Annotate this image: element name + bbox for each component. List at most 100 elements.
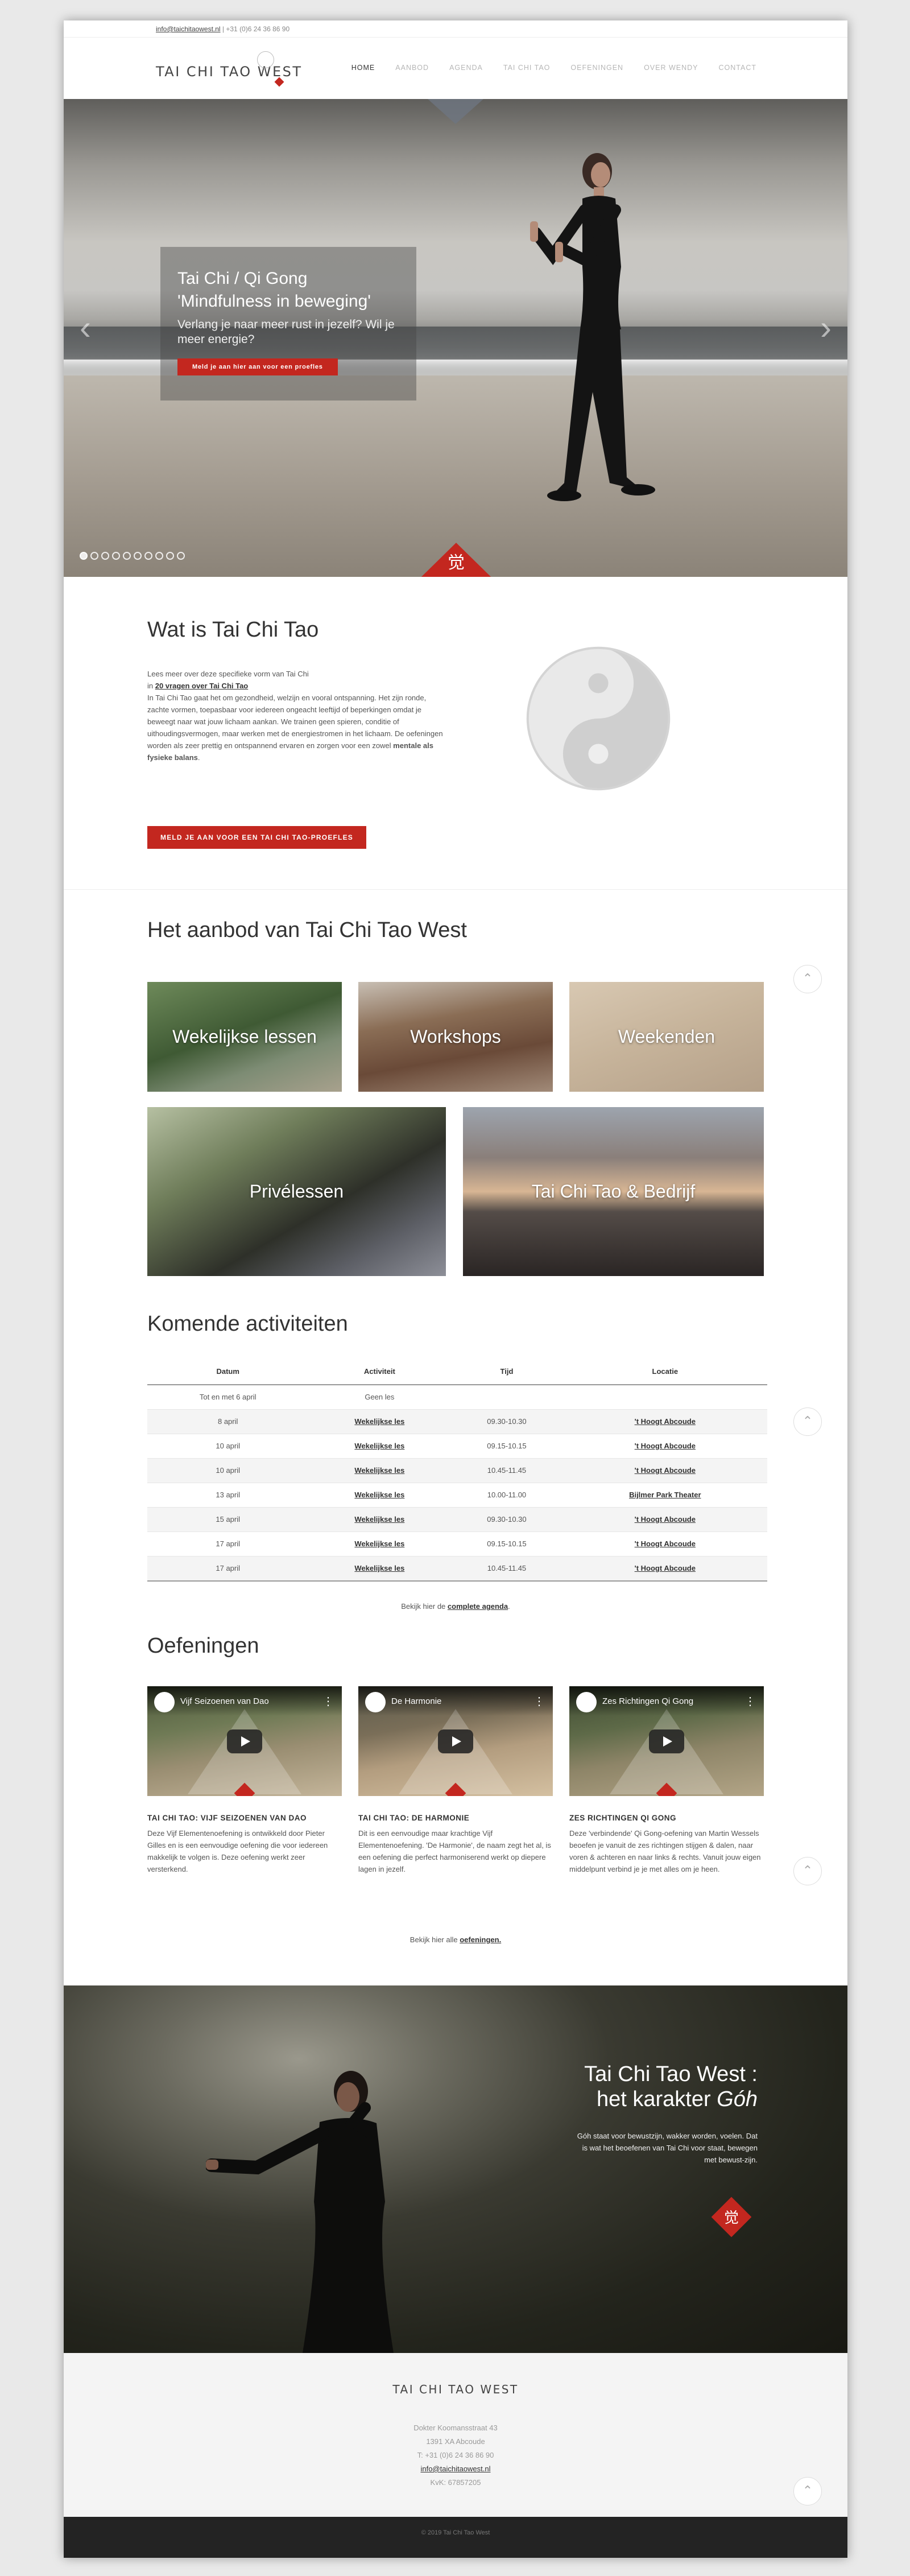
cell-locatie-link[interactable]: Bijlmer Park Theater (562, 1483, 767, 1508)
chevron-right-icon[interactable]: › (814, 311, 837, 345)
hero-emblem-char: 觉 (448, 553, 465, 573)
scroll-to-top-button[interactable]: ⌃ (793, 1407, 822, 1436)
cell-tijd: 09.15-10.15 (450, 1531, 563, 1557)
nav-oefeningen[interactable]: OEFENINGEN (570, 64, 623, 72)
slider-dot[interactable] (123, 552, 131, 560)
cell-activiteit-link[interactable]: Wekelijkse les (308, 1483, 451, 1508)
video-title[interactable]: De Harmonie (391, 1696, 441, 1706)
cell-locatie-link[interactable]: 't Hoogt Abcoude (562, 1409, 767, 1434)
nav-home[interactable]: HOME (351, 64, 375, 72)
tile-workshops[interactable]: Workshops (358, 982, 553, 1092)
slider-dot[interactable] (90, 552, 98, 560)
hero-trial-lesson-button[interactable]: Meld je aan hier aan voor een proefles (177, 358, 338, 375)
hero-slider: Tai Chi / Qi Gong 'Mindfulness in bewegi… (64, 99, 847, 577)
agenda-link-suffix: . (508, 1602, 510, 1611)
copyright-bar: © 2019 Tai Chi Tao West (64, 2517, 847, 2558)
chevron-left-icon[interactable]: ‹ (74, 311, 97, 345)
scroll-to-top-button[interactable]: ⌃ (793, 2477, 822, 2505)
cell-activiteit-link[interactable]: Wekelijkse les (308, 1556, 451, 1581)
cell-activiteit-link[interactable]: Wekelijkse les (308, 1434, 451, 1459)
table-row: 10 april Wekelijkse les 09.15-10.15 't H… (147, 1434, 767, 1459)
more-options-icon[interactable]: ⋮ (744, 1694, 756, 1708)
karakter-title-line2: het karakter (596, 2087, 717, 2111)
slider-dot[interactable] (112, 552, 120, 560)
intro-20-questions-link[interactable]: 20 vragen over Tai Chi Tao (155, 682, 249, 690)
channel-avatar-icon[interactable] (154, 1692, 175, 1712)
cell-tijd: 09.15-10.15 (450, 1434, 563, 1459)
karakter-title-line1: Tai Chi Tao West : (584, 2062, 758, 2086)
agenda-link-prefix: Bekijk hier de (401, 1602, 448, 1611)
cell-locatie-link[interactable]: 't Hoogt Abcoude (562, 1507, 767, 1532)
cell-tijd: 10.45-11.45 (450, 1458, 563, 1483)
topbar-email-link[interactable]: info@taichitaowest.nl (156, 25, 221, 33)
tile-tai-chi-tao-bedrijf[interactable]: Tai Chi Tao & Bedrijf (463, 1107, 764, 1276)
intro-trial-lesson-button[interactable]: MELD JE AAN VOOR EEN TAI CHI TAO-PROEFLE… (147, 826, 366, 849)
slider-dot[interactable] (166, 552, 174, 560)
cell-tijd: 10.00-11.00 (450, 1483, 563, 1508)
more-options-icon[interactable]: ⋮ (322, 1694, 334, 1708)
col-activiteit: Activiteit (308, 1359, 451, 1385)
cell-datum: 10 april (147, 1458, 309, 1483)
cell-activiteit-link[interactable]: Wekelijkse les (308, 1507, 451, 1532)
tile-privelessen[interactable]: Privélessen (147, 1107, 446, 1276)
channel-avatar-icon[interactable] (365, 1692, 386, 1712)
cell-datum: Tot en met 6 april (147, 1385, 309, 1410)
nav-aanbod[interactable]: AANBOD (395, 64, 429, 72)
nav-over-wendy[interactable]: OVER WENDY (644, 64, 698, 72)
slider-dot[interactable] (144, 552, 152, 560)
cell-activiteit-link[interactable]: Wekelijkse les (308, 1409, 451, 1434)
video-title[interactable]: Zes Richtingen Qi Gong (602, 1696, 693, 1706)
video-title[interactable]: Vijf Seizoenen van Dao (180, 1696, 269, 1706)
play-button-icon[interactable] (649, 1729, 684, 1753)
karakter-emblem-char: 觉 (723, 2210, 739, 2227)
cell-locatie-link[interactable]: 't Hoogt Abcoude (562, 1556, 767, 1581)
scroll-to-top-button[interactable]: ⌃ (793, 1857, 822, 1885)
nav-tai-chi-tao[interactable]: TAI CHI TAO (503, 64, 551, 72)
cell-tijd: 10.45-11.45 (450, 1556, 563, 1581)
tile-wekelijkse-lessen[interactable]: Wekelijkse lessen (147, 982, 342, 1092)
footer-logo[interactable]: TAI CHI TAO WEST (64, 2383, 847, 2396)
tile-label: Privélessen (249, 1181, 344, 1202)
topbar-phone: | +31 (0)6 24 36 86 90 (222, 25, 290, 33)
site-header: TAI CHI TAO WEST HOME AANBOD AGENDA TAI … (64, 38, 847, 99)
agenda-link-line: Bekijk hier de complete agenda. (64, 1602, 847, 1611)
slider-dot[interactable] (80, 552, 88, 560)
footer-email-link[interactable]: info@taichitaowest.nl (64, 2464, 847, 2473)
slider-dot[interactable] (155, 552, 163, 560)
nav-agenda[interactable]: AGENDA (449, 64, 483, 72)
intro-title: Wat is Tai Chi Tao (147, 618, 319, 642)
cell-locatie-link[interactable]: 't Hoogt Abcoude (562, 1531, 767, 1557)
slider-dot[interactable] (134, 552, 142, 560)
play-button-icon[interactable] (227, 1729, 262, 1753)
more-options-icon[interactable]: ⋮ (533, 1694, 545, 1708)
tile-weekenden[interactable]: Weekenden (569, 982, 764, 1092)
nav-contact[interactable]: CONTACT (719, 64, 757, 72)
complete-agenda-link[interactable]: complete agenda (448, 1602, 508, 1611)
slider-dot[interactable] (177, 552, 185, 560)
hero-caption-text: Verlang je naar meer rust in jezelf? Wil… (177, 318, 395, 346)
slider-dot[interactable] (101, 552, 109, 560)
cell-activiteit-link[interactable]: Wekelijkse les (308, 1531, 451, 1557)
karakter-title: Tai Chi Tao West : het karakter Góh (584, 2062, 758, 2112)
slider-dots (80, 552, 185, 560)
activities-title: Komende activiteiten (147, 1312, 348, 1336)
video-embed-zes-richtingen[interactable]: Zes Richtingen Qi Gong ⋮ (569, 1686, 764, 1796)
scroll-to-top-button[interactable]: ⌃ (793, 965, 822, 993)
video-embed-de-harmonie[interactable]: De Harmonie ⋮ (358, 1686, 553, 1796)
intro-text: Lees meer over deze specifieke vorm van … (147, 668, 443, 763)
oefeningen-link-prefix: Bekijk hier alle (410, 1935, 460, 1944)
site-logo[interactable]: TAI CHI TAO WEST (156, 50, 326, 88)
play-button-icon[interactable] (438, 1729, 473, 1753)
channel-avatar-icon[interactable] (576, 1692, 597, 1712)
col-tijd: Tijd (450, 1359, 563, 1385)
cell-locatie-link[interactable]: 't Hoogt Abcoude (562, 1434, 767, 1459)
cell-activiteit-link[interactable]: Wekelijkse les (308, 1458, 451, 1483)
video-heading: TAI CHI TAO: DE HARMONIE (358, 1814, 470, 1822)
video-embed-vijf-seizoenen[interactable]: Vijf Seizoenen van Dao ⋮ (147, 1686, 342, 1796)
all-oefeningen-link[interactable]: oefeningen. (460, 1935, 501, 1944)
cell-locatie-link[interactable]: 't Hoogt Abcoude (562, 1458, 767, 1483)
table-row: 15 april Wekelijkse les 09.30-10.30 't H… (147, 1507, 767, 1532)
logo-text: TAI CHI TAO WEST (156, 64, 303, 80)
cell-datum: 15 april (147, 1507, 309, 1532)
col-datum: Datum (147, 1359, 309, 1385)
